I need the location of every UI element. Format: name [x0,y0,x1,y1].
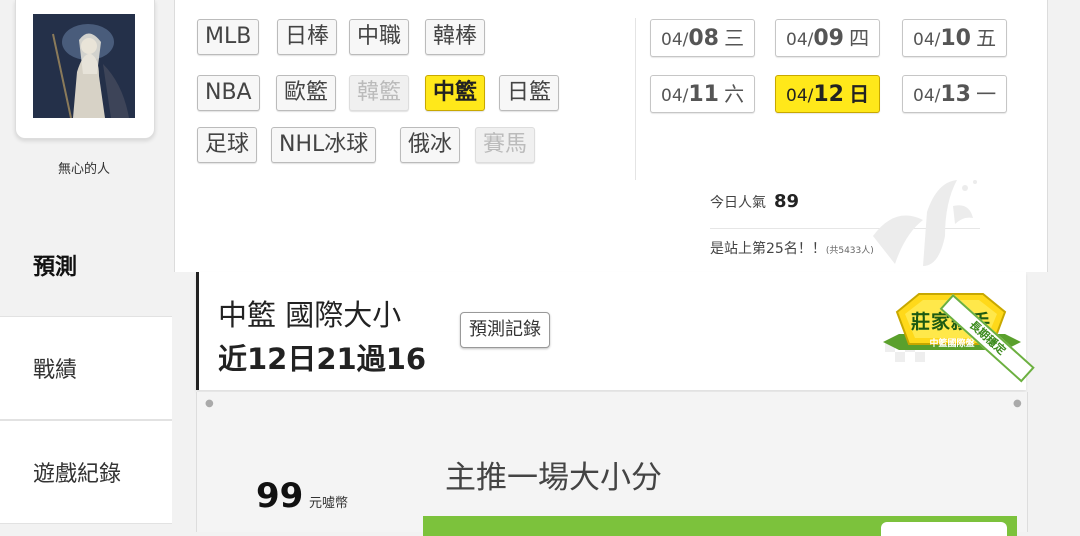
rank-line: 是站上第25名！！(共5433人) [710,238,874,258]
record-summary: 近12日21過16 [218,342,427,376]
league-chip-kbl[interactable]: 韓籃 [349,75,410,111]
prediction-content: ● ● 99 元噓幣 主推一場大小分 [196,392,1028,536]
date-month: 04/ [913,30,941,50]
date-chip-0412[interactable]: 04/12 日 [775,75,881,113]
league-chip-soccer[interactable]: 足球 [197,127,258,163]
league-chip-cpbl[interactable]: 中職 [349,19,410,55]
date-weekday: 四 [849,26,870,50]
tab-record[interactable]: 戰績 [0,316,172,420]
filter-panel: MLB 日棒 中職 韓棒 NBA 歐籃 韓籃 中籃 日籃 足球 NHL冰球 俄冰… [174,0,1048,272]
pick-tab[interactable] [881,522,1007,536]
league-chip-bleague[interactable]: 日籃 [499,75,560,111]
watermark-icon [873,180,977,266]
date-chip-0411[interactable]: 04/11 六 [650,75,756,113]
username: 無心的人 [57,162,110,177]
date-day: 11 [688,82,719,107]
league-chip-mlb[interactable]: MLB [197,19,260,55]
date-month: 04/ [661,86,689,106]
tab-prediction[interactable]: 預測 [0,226,172,304]
divider [635,18,636,180]
avatar[interactable] [33,14,135,118]
date-day: 08 [688,26,719,51]
pick-header-bar [423,516,1017,536]
date-month: 04/ [786,86,814,106]
tab-game-log-label: 遊戲紀錄 [33,462,122,487]
date-day: 09 [813,26,844,51]
popularity-line: 今日人氣 89 [710,191,799,212]
page-title: 中籃 國際大小 [218,298,402,332]
popularity-label: 今日人氣 [710,195,766,211]
popularity-value: 89 [774,191,800,212]
tack-icon-right: ● [1013,398,1022,409]
tack-icon-left: ● [205,398,214,409]
rank-text: 是站上第25名！！ [710,241,826,257]
date-weekday: 三 [724,26,745,50]
date-month: 04/ [913,86,941,106]
league-chip-kbo[interactable]: 韓棒 [425,19,486,55]
date-day: 12 [813,82,844,107]
date-month: 04/ [661,30,689,50]
league-chip-khl[interactable]: 俄冰 [400,127,461,163]
league-chip-nhl[interactable]: NHL冰球 [271,127,377,163]
tab-game-log[interactable]: 遊戲紀錄 [0,420,172,524]
league-chip-horse-racing[interactable]: 賽馬 [475,127,536,163]
date-weekday: 六 [724,82,745,106]
tab-record-label: 戰績 [33,358,78,383]
date-month: 04/ [786,30,814,50]
date-day: 10 [940,26,971,51]
title-bar: 中籃 國際大小 近12日21過16 預測記錄 莊家殺手 中籃國際盤 長期穩定 [196,272,1035,390]
date-chip-0410[interactable]: 04/10 五 [902,19,1008,57]
date-chip-0409[interactable]: 04/09 四 [775,19,881,57]
avatar-card[interactable] [15,0,155,139]
banker-killer-badge: 莊家殺手 中籃國際盤 長期穩定 [875,272,1035,383]
league-chip-nba[interactable]: NBA [197,75,260,111]
date-chip-0413[interactable]: 04/13 一 [902,75,1008,113]
coin-balance: 99 [256,476,304,516]
league-chip-euro-basketball[interactable]: 歐籃 [276,75,337,111]
date-weekday: 五 [976,26,997,50]
league-chip-npb[interactable]: 日棒 [277,19,338,55]
tab-prediction-label: 預測 [33,255,78,280]
date-day: 13 [940,82,971,107]
date-weekday: 日 [849,82,870,106]
main-pick-title: 主推一場大小分 [445,460,662,496]
prediction-record-button[interactable]: 預測記錄 [460,312,550,348]
coin-unit: 元噓幣 [309,496,349,511]
date-weekday: 一 [976,82,997,106]
league-chip-sbl[interactable]: 中籃 [425,75,486,111]
date-chip-0408[interactable]: 04/08 三 [650,19,756,57]
